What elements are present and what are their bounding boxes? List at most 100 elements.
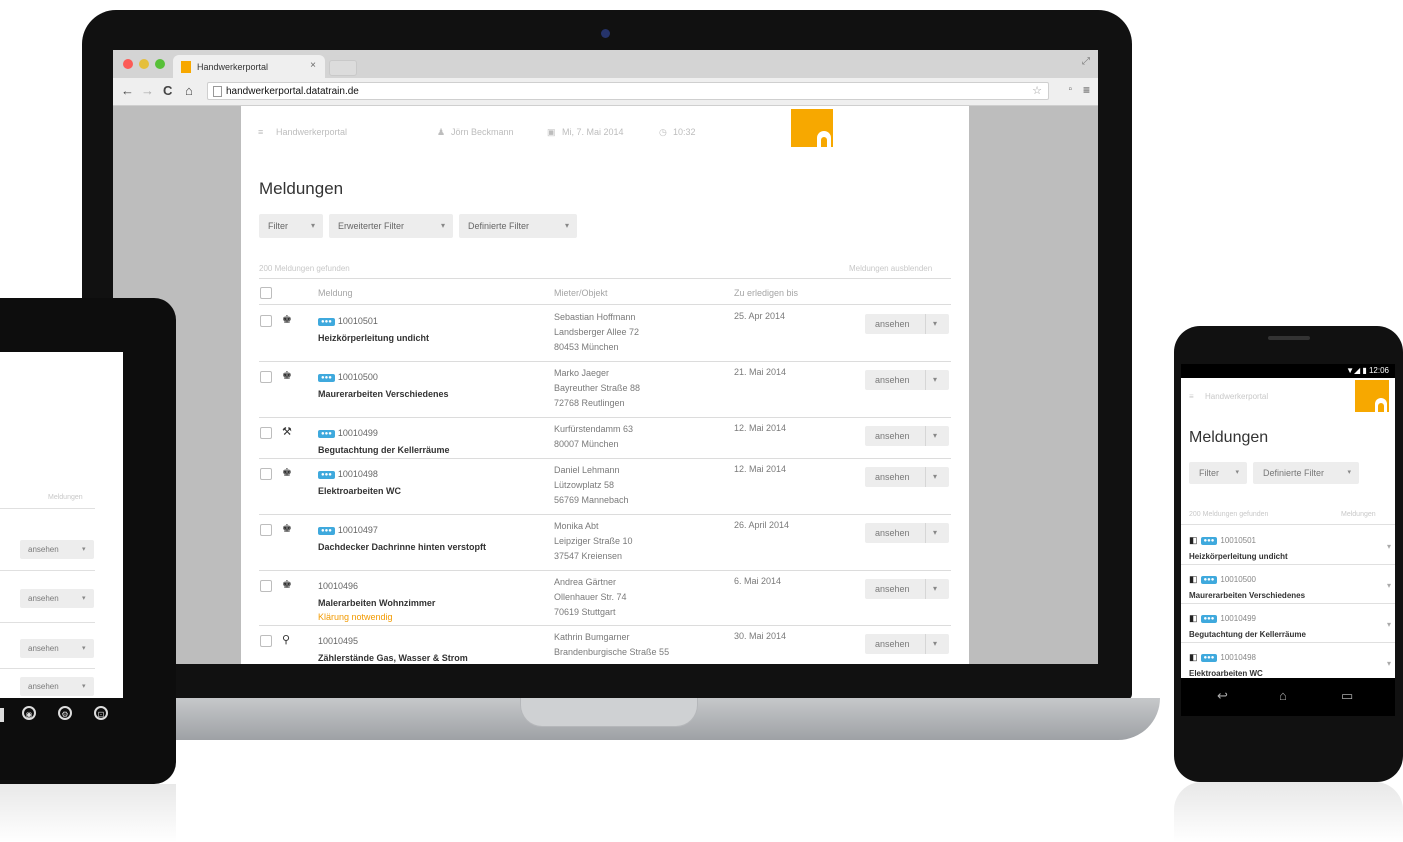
tenant-line: Lützowplatz 58 (554, 480, 615, 490)
hide-messages-link[interactable]: Meldungen ausblenden (849, 264, 932, 273)
tenant-line: 80453 München (554, 342, 619, 352)
tablet-settings-icon[interactable]: ⚙ (58, 706, 72, 720)
tablet-home-icon[interactable]: ◉ (22, 706, 36, 720)
tenant-line: 70619 Stuttgart (554, 607, 616, 617)
list-item[interactable]: ◧ ●●● 10010501 Heizkörperleitung undicht ▾ (1189, 530, 1391, 561)
row-checkbox[interactable] (260, 427, 272, 439)
chevron-down-icon[interactable]: ▾ (933, 584, 937, 593)
select-all-checkbox[interactable] (260, 287, 272, 299)
chevron-down-icon[interactable]: ▾ (1387, 620, 1391, 629)
phone-page-title: Meldungen (1189, 429, 1269, 446)
extended-filter-dropdown[interactable]: Erweiterter Filter ▾ (329, 214, 453, 238)
message-id: 10010498 (337, 469, 378, 479)
tenant-line: Monika Abt (554, 521, 599, 531)
back-button[interactable]: ← (121, 83, 134, 98)
message-cell[interactable]: 10010496 Malerarbeiten Wohnzimmer Klärung … (318, 576, 548, 622)
chevron-down-icon[interactable]: ▾ (933, 319, 937, 328)
view-button[interactable]: ansehen ▾ (865, 579, 949, 599)
message-cell[interactable]: ●●● 10010499 Begutachtung der Kellerräume (318, 423, 548, 455)
phone-nav-bar: ↩ ⌂ ▭ (1181, 678, 1395, 716)
chevron-down-icon[interactable]: ▾ (933, 375, 937, 384)
column-header-due[interactable]: Zu erledigen bis (734, 288, 798, 298)
row-checkbox[interactable] (260, 468, 272, 480)
view-button[interactable]: ansehen ▾ (865, 634, 949, 654)
phone-recent-icon[interactable]: ▭ (1341, 688, 1353, 704)
message-id: 10010500 (337, 372, 378, 382)
tablet-window-icon[interactable]: ⊡ (94, 706, 108, 720)
tablet-view-button[interactable]: ansehen ▾ (20, 677, 94, 696)
list-item[interactable]: ◧ ●●● 10010498 Elektroarbeiten WC ▾ (1189, 647, 1391, 678)
close-window-button[interactable] (123, 59, 133, 69)
menu-toggle-icon[interactable]: ≡ (258, 127, 263, 137)
defined-filter-dropdown[interactable]: Definierte Filter ▾ (459, 214, 577, 238)
chevron-down-icon[interactable]: ▾ (933, 431, 937, 440)
message-cell[interactable]: ●●● 10010497 Dachdecker Dachrinne hinten v… (318, 520, 548, 552)
brand-name[interactable]: Handwerkerportal (276, 127, 347, 137)
minimize-window-button[interactable] (139, 59, 149, 69)
tablet-view-button[interactable]: ansehen ▾ (20, 540, 94, 559)
list-item[interactable]: ◧ ●●● 10010500 Maurerarbeiten Verschiedene… (1189, 569, 1391, 600)
view-button[interactable]: ansehen ▾ (865, 523, 949, 543)
message-id: 10010495 (318, 636, 359, 646)
row-checkbox[interactable] (260, 315, 272, 327)
tab-close-icon[interactable]: × (310, 60, 316, 71)
tenant-line: Ollenhauer Str. 74 (554, 592, 627, 602)
address-bar[interactable]: handwerkerportal.datatrain.de ☆ (207, 82, 1049, 100)
due-date: 6. Mai 2014 (734, 576, 782, 586)
category-icon: ◧ (1189, 535, 1198, 545)
chevron-down-icon[interactable]: ▾ (933, 528, 937, 537)
category-icon: ⚲ (282, 634, 291, 646)
maximize-window-button[interactable] (155, 59, 165, 69)
message-cell[interactable]: ●●● 10010501 Heizkörperleitung undicht (318, 311, 548, 343)
chevron-down-icon[interactable]: ▾ (1387, 659, 1391, 668)
status-badge: ●●● (1200, 654, 1218, 662)
chevron-down-icon[interactable]: ▾ (1387, 542, 1391, 551)
phone-defined-filter-dropdown[interactable]: Definierte Filter ▾ (1253, 462, 1359, 484)
row-checkbox[interactable] (260, 371, 272, 383)
row-checkbox[interactable] (260, 635, 272, 647)
message-id: 10010496 (318, 581, 359, 591)
chevron-down-icon[interactable]: ▾ (1387, 581, 1391, 590)
filter-dropdown[interactable]: Filter ▾ (259, 214, 323, 238)
tablet-small-link[interactable]: Meldungen (48, 494, 83, 501)
reload-button[interactable]: C (163, 83, 172, 98)
row-checkbox[interactable] (260, 580, 272, 592)
forward-button[interactable]: → (141, 83, 154, 98)
divider (1181, 524, 1395, 525)
home-button[interactable]: ⌂ (185, 83, 193, 98)
message-cell[interactable]: 10010495 Zählerstände Gas, Wasser & Strom (318, 631, 548, 663)
extension-icon[interactable]: ▫ (1068, 84, 1072, 95)
list-item[interactable]: ◧ ●●● 10010499 Begutachtung der Kellerräum… (1189, 608, 1391, 639)
phone-home-icon[interactable]: ⌂ (1279, 688, 1287, 703)
view-button[interactable]: ansehen ▾ (865, 426, 949, 446)
column-header-meldung[interactable]: Meldung (318, 288, 353, 298)
chevron-down-icon: ▾ (82, 546, 86, 553)
tab-title: Handwerkerportal (197, 62, 269, 72)
fullscreen-icon[interactable]: ⤢ (1082, 56, 1090, 67)
user-name[interactable]: Jörn Beckmann (451, 127, 514, 137)
category-icon: ♚ (282, 314, 292, 326)
row-checkbox[interactable] (260, 524, 272, 536)
view-button[interactable]: ansehen ▾ (865, 370, 949, 390)
message-cell[interactable]: ●●● 10010498 Elektroarbeiten WC (318, 464, 548, 496)
tablet-view-button[interactable]: ansehen ▾ (20, 589, 94, 608)
message-cell[interactable]: ●●● 10010500 Maurerarbeiten Verschiedenes (318, 367, 548, 399)
chevron-down-icon[interactable]: ▾ (933, 639, 937, 648)
phone-brand[interactable]: Handwerkerportal (1205, 392, 1268, 401)
chevron-down-icon: ▾ (440, 221, 445, 230)
view-button[interactable]: ansehen ▾ (865, 467, 949, 487)
phone-small-link[interactable]: Meldungen (1341, 511, 1376, 518)
chevron-down-icon[interactable]: ▾ (933, 472, 937, 481)
menu-icon[interactable]: ≡ (1083, 83, 1090, 97)
new-tab-button[interactable] (329, 60, 357, 76)
phone-filter-dropdown[interactable]: Filter ▾ (1189, 462, 1247, 484)
column-header-tenant[interactable]: Mieter/Objekt (554, 288, 608, 298)
phone-menu-icon[interactable]: ≡ (1189, 392, 1194, 401)
tablet-view-button[interactable]: ansehen ▾ (20, 639, 94, 658)
view-button[interactable]: ansehen ▾ (865, 314, 949, 334)
divider (1181, 603, 1395, 604)
status-badge: ●●● (318, 527, 335, 535)
bookmark-star-icon[interactable]: ☆ (1032, 84, 1042, 97)
phone-back-icon[interactable]: ↩ (1217, 688, 1228, 704)
browser-tab[interactable]: Handwerkerportal × (173, 55, 325, 78)
